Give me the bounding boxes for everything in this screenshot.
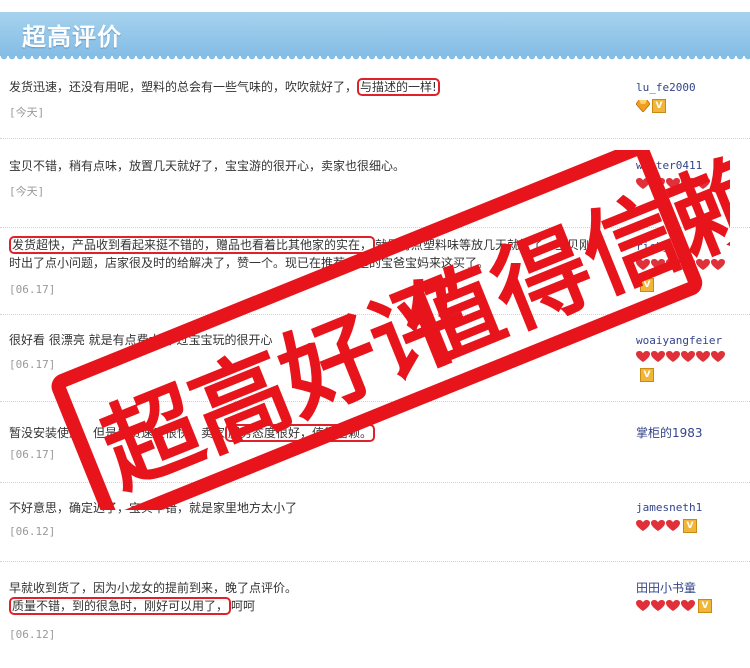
heart-icon: [681, 600, 695, 612]
heart-icon: [651, 520, 665, 532]
heart-icon: [681, 178, 695, 190]
review-date: [06.17]: [9, 283, 56, 296]
heart-icon: [636, 178, 650, 190]
reviewer-name[interactable]: 田田小书童: [636, 579, 696, 596]
reviewer-name[interactable]: 掌柜的1983: [636, 424, 703, 441]
highlighted-phrase: 发货超快，产品收到看起来挺不错的，赠品也看着比其他家的实在，: [9, 236, 376, 254]
review-list: 发货迅速，还没有用呢，塑料的总会有一些气味的，吹吹就好了， 与描述的一样! [今天…: [0, 62, 750, 656]
credit-badges: V: [636, 278, 654, 292]
credit-badges: [636, 350, 726, 364]
vip-icon: V: [652, 99, 666, 113]
review-text: 早就收到货了，因为小龙女的提前到来，晚了点评价。 质量不错，到的很急时，刚好可以用…: [9, 581, 298, 615]
credit-badges: V: [636, 519, 697, 533]
heart-icon: [666, 178, 680, 190]
heart-icon: [636, 351, 650, 363]
review-date: [06.12]: [9, 525, 56, 538]
diamond-icon: [636, 100, 650, 112]
vip-icon: V: [640, 368, 654, 382]
heart-icon: [711, 351, 725, 363]
review-text: 暂没安装使用，但是发货速度很快，卖家 服务态度很好，值得信赖。: [9, 424, 609, 442]
review-row: 很好看 很漂亮 就是有点费水 不过宝宝玩的很开心 [06.17] woaiyan…: [0, 315, 750, 402]
review-text: 发货迅速，还没有用呢，塑料的总会有一些气味的，吹吹就好了， 与描述的一样!: [9, 78, 609, 96]
review-row: 发货超快，产品收到看起来挺不错的，赠品也看着比其他家的实在， 就是有点塑料味等放几…: [0, 228, 750, 315]
vip-icon: V: [640, 278, 654, 292]
highlighted-phrase: 与描述的一样!: [357, 78, 440, 96]
review-date: [06.12]: [9, 628, 56, 641]
credit-badges: V: [636, 599, 712, 613]
heart-icon: [666, 259, 680, 271]
heart-icon: [666, 600, 680, 612]
credit-badges: [636, 258, 726, 272]
credit-badges: [636, 177, 711, 191]
reviewer-name[interactable]: jamesneth1: [636, 501, 702, 514]
highlighted-phrase: 质量不错，到的很急时，刚好可以用了，: [9, 597, 232, 615]
reviewer-name[interactable]: winter0411: [636, 159, 702, 172]
heart-icon: [681, 259, 695, 271]
heart-icon: [681, 351, 695, 363]
review-date: [今天]: [9, 106, 45, 119]
heart-icon: [666, 351, 680, 363]
review-date: [今天]: [9, 185, 45, 198]
review-date: [06.17]: [9, 358, 56, 371]
vip-icon: V: [683, 519, 697, 533]
heart-icon: [651, 600, 665, 612]
highlighted-phrase: 服务态度很好，值得信赖。: [225, 424, 376, 442]
vip-icon: V: [698, 599, 712, 613]
heart-icon: [651, 351, 665, 363]
heart-icon: [651, 259, 665, 271]
review-row: 宝贝不错，稍有点味，放置几天就好了，宝宝游的很开心，卖家也很细心。 [今天] w…: [0, 139, 750, 228]
reviewer-name[interactable]: ricky_jj: [636, 240, 689, 253]
section-header: 超高评价: [0, 0, 750, 62]
section-title: 超高评价: [22, 23, 122, 51]
review-text: 宝贝不错，稍有点味，放置几天就好了，宝宝游的很开心，卖家也很细心。: [9, 159, 406, 173]
heart-icon: [636, 520, 650, 532]
heart-icon: [666, 520, 680, 532]
heart-icon: [636, 259, 650, 271]
heart-icon: [696, 259, 710, 271]
review-row: 早就收到货了，因为小龙女的提前到来，晚了点评价。 质量不错，到的很急时，刚好可以用…: [0, 562, 750, 656]
heart-icon: [711, 259, 725, 271]
review-text: 发货超快，产品收到看起来挺不错的，赠品也看着比其他家的实在， 就是有点塑料味等放几…: [9, 236, 604, 270]
heart-icon: [696, 178, 710, 190]
review-text: 很好看 很漂亮 就是有点费水 不过宝宝玩的很开心: [9, 333, 273, 347]
heart-icon: [696, 351, 710, 363]
credit-badges: V: [636, 99, 666, 113]
heart-icon: [636, 600, 650, 612]
review-row: 暂没安装使用，但是发货速度很快，卖家 服务态度很好，值得信赖。 [06.17] 掌…: [0, 402, 750, 483]
review-text: 不好意思，确定迟了，宝贝不错，就是家里地方太小了: [9, 501, 298, 515]
heart-icon: [651, 178, 665, 190]
review-date: [06.17]: [9, 448, 56, 461]
reviewer-name[interactable]: woaiyangfeier: [636, 334, 722, 347]
reviewer-name[interactable]: lu_fe2000: [636, 81, 696, 94]
credit-badges: V: [636, 368, 654, 382]
review-row: 发货迅速，还没有用呢，塑料的总会有一些气味的，吹吹就好了， 与描述的一样! [今天…: [0, 62, 750, 139]
review-row: 不好意思，确定迟了，宝贝不错，就是家里地方太小了 [06.12] jamesne…: [0, 483, 750, 562]
